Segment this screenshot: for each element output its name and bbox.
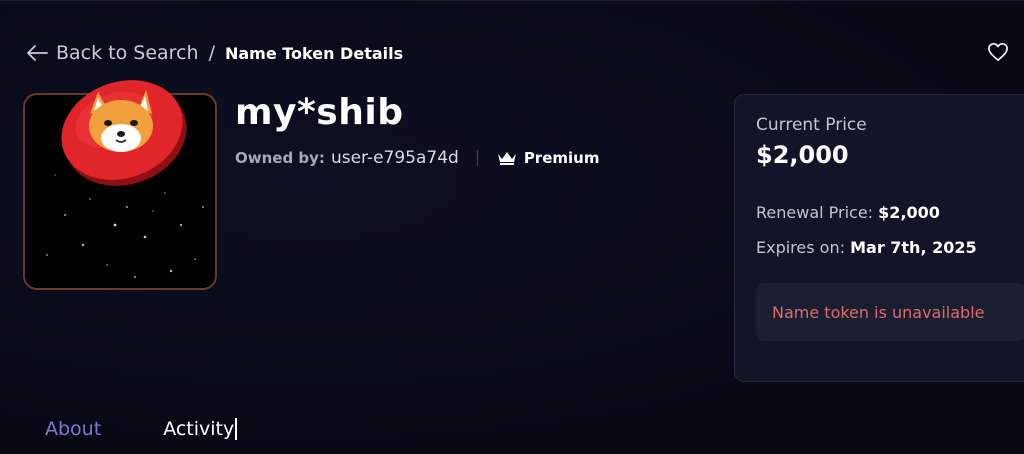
owner-row: Owned by: user-e795a74d Premium: [235, 146, 599, 170]
breadcrumb: Back to Search / Name Token Details: [26, 40, 403, 66]
price-card: Current Price $2,000 Renewal Price: $2,0…: [734, 94, 1024, 382]
heart-icon[interactable]: [987, 42, 1009, 62]
owner-divider: [476, 150, 478, 166]
breadcrumb-separator: /: [208, 42, 215, 64]
tab-bar: About Activity: [45, 418, 238, 440]
tab-about[interactable]: About: [45, 418, 101, 440]
expires-label: Expires on:: [756, 238, 845, 257]
renewal-price-row: Renewal Price: $2,000: [756, 203, 940, 222]
breadcrumb-current: Name Token Details: [224, 43, 404, 63]
unavailable-notice: Name token is unavailable: [756, 283, 1024, 341]
crown-icon: [497, 152, 516, 165]
current-price-value: $2,000: [756, 141, 849, 169]
owner-value[interactable]: user-e795a74d: [331, 148, 459, 168]
renewal-price-value: $2,000: [878, 203, 940, 222]
back-link-label: Back to Search: [56, 42, 199, 64]
token-details-page: Back to Search / Name Token Details my*s…: [0, 0, 1024, 454]
renewal-price-label: Renewal Price:: [756, 203, 874, 222]
current-price-label: Current Price: [756, 115, 867, 135]
token-name: my*shib: [235, 92, 404, 133]
owner-label: Owned by:: [235, 149, 325, 167]
premium-badge: Premium: [496, 149, 600, 167]
premium-label: Premium: [523, 149, 600, 167]
back-to-search-link[interactable]: Back to Search: [26, 42, 199, 64]
expires-value: Mar 7th, 2025: [850, 238, 977, 257]
tab-activity[interactable]: Activity: [163, 418, 238, 440]
top-divider: [0, 0, 1024, 1]
expires-row: Expires on: Mar 7th, 2025: [756, 238, 977, 257]
shiba-coin-icon: [61, 80, 187, 186]
arrow-left-icon: [27, 45, 48, 61]
